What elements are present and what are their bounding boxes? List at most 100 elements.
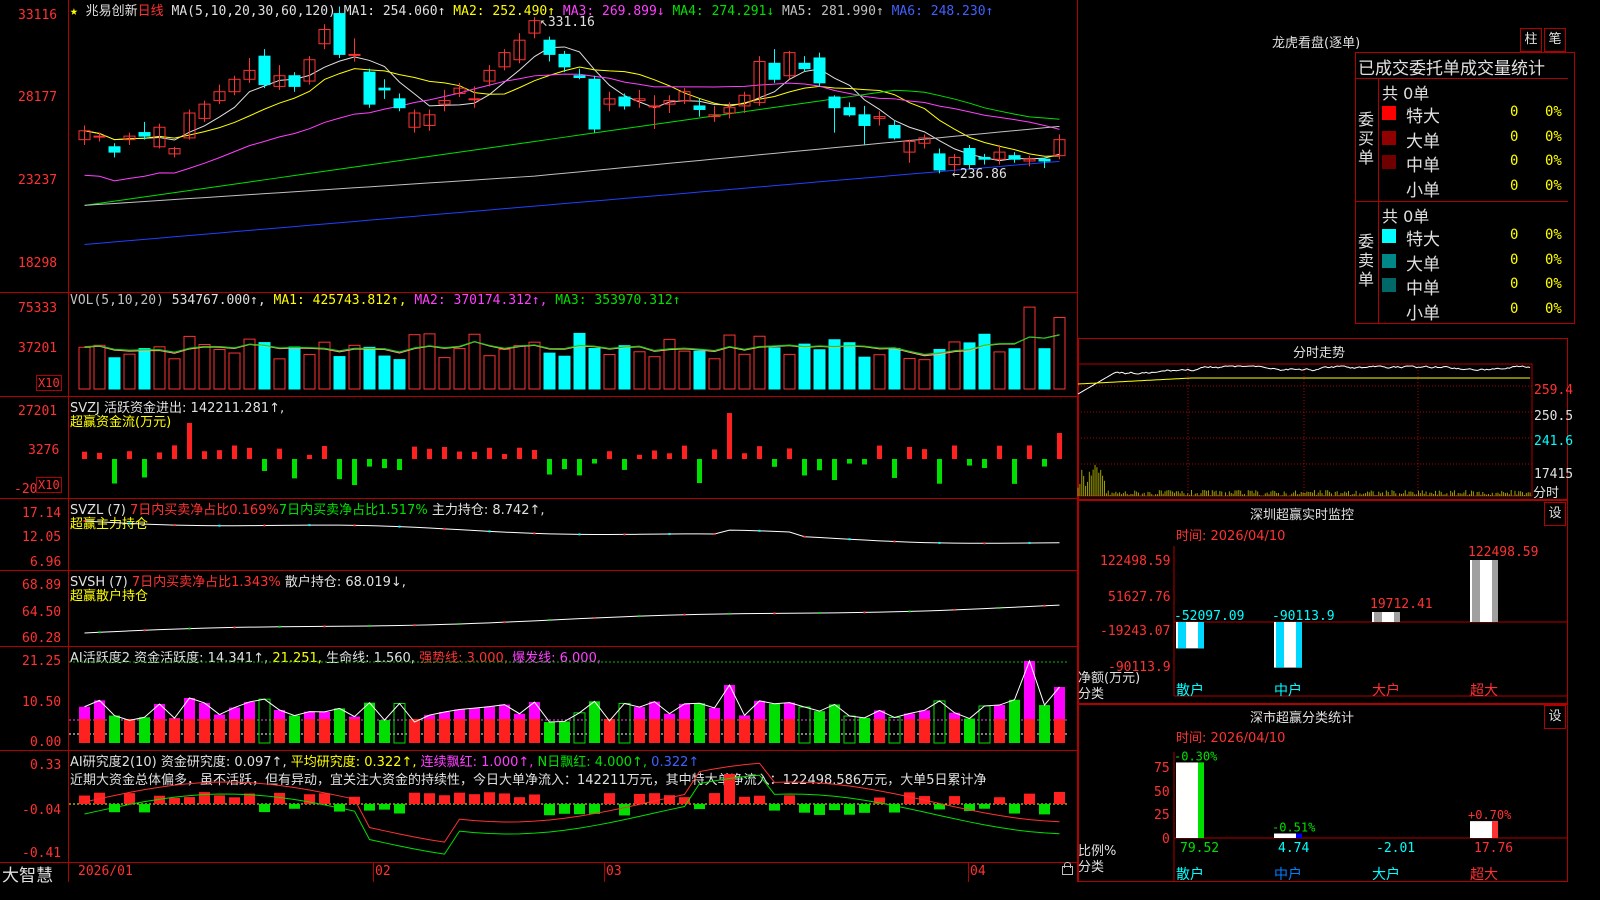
flow-bar [877, 445, 882, 459]
flow-bar [562, 459, 567, 470]
research-bar [979, 804, 990, 809]
order-pct: 0% [1545, 300, 1562, 317]
table-divider [1378, 78, 1379, 324]
dragon-tiger-header: 已成交委托单成交量统计 [1358, 59, 1545, 79]
flow-bar [202, 451, 207, 459]
flow-bar [952, 445, 957, 459]
color-swatch [1382, 229, 1396, 243]
flow-bar [82, 451, 87, 459]
candle-body [258, 55, 271, 86]
activity-bar-base [349, 719, 360, 743]
monitor-settings-button[interactable]: 设 [1544, 502, 1566, 526]
classify-tick: 50 [1154, 785, 1170, 800]
pen-view-button[interactable]: 笔 [1544, 28, 1566, 52]
activity-bar [769, 703, 780, 743]
activity-bar [334, 708, 345, 743]
flow-bar [472, 451, 477, 459]
flow-bar [772, 459, 777, 467]
monitor-category-label: 散户 [1176, 682, 1204, 699]
activity-bar-base [184, 719, 195, 743]
volume-bar [798, 343, 811, 390]
flow-bar [682, 445, 687, 459]
svzj-tick: 27201 [18, 404, 58, 419]
classify-value-label: 4.74 [1278, 841, 1309, 856]
volume-bar [408, 334, 421, 390]
intraday-title: 分时走势 [1293, 346, 1346, 361]
activity-bar-hollow [798, 706, 811, 744]
monitor-value-label: -52097.09 [1174, 609, 1244, 624]
holding-dot [323, 625, 326, 628]
activity-bar-base [649, 719, 660, 743]
flow-bar [787, 448, 792, 459]
holding-dot [308, 524, 311, 527]
color-swatch [1382, 253, 1396, 268]
candle-body [843, 107, 856, 116]
activity-bar-top [319, 711, 330, 719]
research-bar [124, 793, 135, 804]
activity-bar [379, 720, 390, 743]
date-divider [968, 862, 969, 882]
research-bar [214, 795, 225, 804]
bar-view-button[interactable]: 柱 [1520, 28, 1542, 52]
activity-bar [814, 711, 825, 743]
volume-bar [678, 350, 691, 390]
activity-bar-hollow [888, 716, 901, 744]
date-divider [604, 862, 605, 882]
volume-bar [288, 346, 301, 390]
research-bar [754, 795, 765, 804]
holding-dot [548, 619, 551, 622]
volume-bar [1008, 348, 1021, 390]
flow-bar [922, 449, 927, 459]
volume-bar [723, 334, 736, 390]
brand-label[interactable]: 大智慧 [2, 861, 53, 886]
research-bar [184, 797, 195, 804]
holding-dot [848, 538, 851, 541]
high-annotation: ↖331.16 [540, 15, 595, 30]
volume-bar [903, 357, 916, 390]
ma5-line [84, 125, 1060, 206]
order-count: 0 [1510, 104, 1519, 120]
price-chart[interactable] [69, 0, 1077, 292]
classify-settings-button[interactable]: 设 [1544, 705, 1566, 729]
classify-value-label: 17.76 [1474, 841, 1513, 856]
flow-bar [322, 446, 327, 459]
flow-bar [637, 454, 642, 459]
activity-bar-base [724, 719, 735, 743]
color-swatch [1382, 179, 1396, 194]
flow-bar [97, 452, 102, 459]
research-bar [559, 804, 570, 814]
research-bar [574, 804, 585, 815]
flow-bar [187, 423, 192, 459]
order-type-label: 特大 [1406, 107, 1440, 127]
flow-bar [697, 459, 702, 484]
ai-research-tick: -0.04 [22, 803, 62, 818]
svzl-tick: 6.96 [30, 555, 62, 570]
research-bar [1054, 792, 1065, 804]
order-type-label: 大单 [1406, 254, 1440, 275]
flow-bar [712, 449, 717, 459]
flow-bar [442, 446, 447, 459]
research-bar [1009, 804, 1020, 814]
holding-dot [143, 629, 146, 632]
classify-chart: -0.30% 79.52 散户 -0.51% 4.74 中户 -2.01 大户 +0.70% 17… [1173, 749, 1568, 883]
activity-bar-base [229, 719, 240, 743]
order-type-label: 大单 [1406, 131, 1440, 152]
order-count: 0 [1510, 227, 1519, 243]
flow-bar [232, 445, 237, 459]
activity-bar-top [454, 709, 465, 719]
low-annotation: ←236.86 [952, 167, 1007, 182]
activity-bar [694, 703, 705, 743]
candle-body [768, 62, 781, 80]
activity-bar-top [784, 702, 795, 719]
order-count: 0 [1510, 177, 1519, 194]
activity-bar [544, 722, 555, 743]
activity-bar-base [1024, 719, 1035, 743]
ma4-line [84, 89, 1060, 206]
holding-dot [368, 624, 371, 627]
flow-bar [532, 449, 537, 459]
activity-bar-base [709, 719, 720, 743]
activity-bar [964, 718, 975, 743]
monitor-bar-shade [1472, 560, 1480, 622]
order-type-label: 中单 [1406, 279, 1440, 299]
research-bar [379, 804, 390, 810]
